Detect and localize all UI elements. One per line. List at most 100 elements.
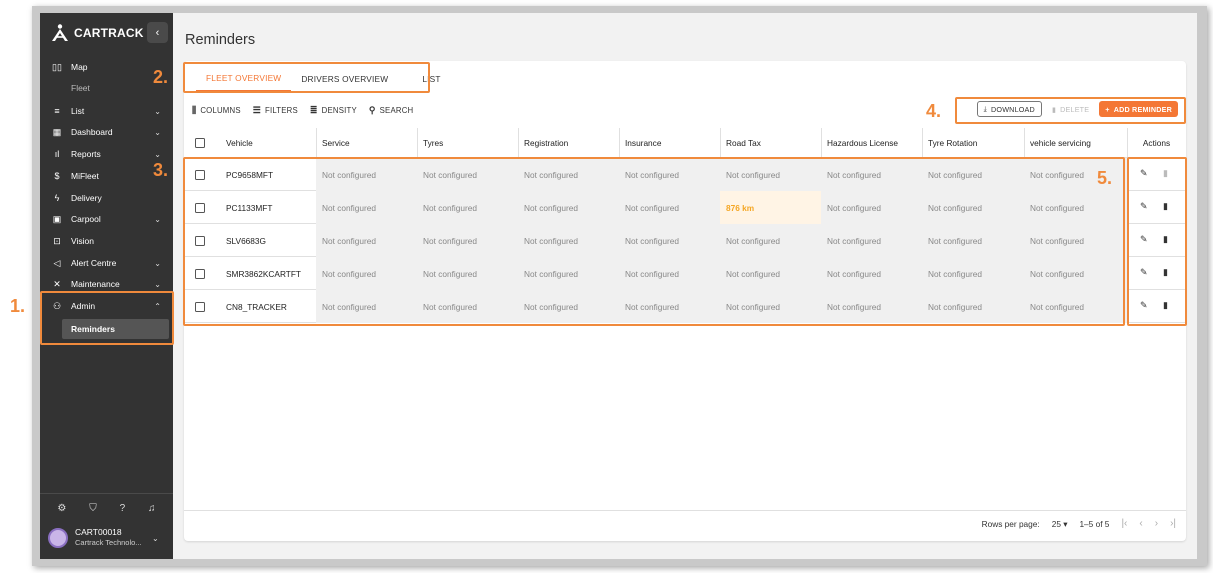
sidebar-item-label: List — [71, 106, 85, 116]
bell-icon[interactable]: ♫ — [148, 503, 156, 514]
sidebar-item-label: Vision — [71, 236, 94, 246]
annotation-box-row-actions — [1127, 157, 1187, 326]
map-icon: ▯▯ — [52, 61, 62, 72]
rows-per-page-value: 25 — [1051, 518, 1061, 529]
chevron-down-icon: ⌄ — [154, 149, 161, 159]
column-header[interactable]: vehicle servicing — [1024, 128, 1127, 158]
rows-per-page-select[interactable]: 25 ▾ — [1052, 519, 1068, 529]
column-header[interactable]: Hazardous License — [821, 128, 922, 158]
sidebar-footer-icons: ⚙ ⛉ ? ♫ — [40, 503, 173, 514]
column-separator — [316, 128, 317, 158]
columns-button[interactable]: ⫼ COLUMNS — [192, 105, 241, 116]
chevron-down-icon: ⌄ — [154, 106, 161, 116]
annotation-number: 4. — [926, 101, 942, 121]
search-button[interactable]: ⚲ SEARCH — [369, 105, 414, 116]
column-separator — [922, 128, 923, 158]
column-separator — [417, 128, 418, 158]
filters-label: FILTERS — [265, 106, 298, 115]
tools-icon: ✕ — [53, 278, 61, 289]
help-icon[interactable]: ? — [120, 503, 126, 514]
sidebar-item-label: Delivery — [71, 193, 102, 203]
sidebar-item-label: Carpool — [71, 214, 101, 224]
column-header[interactable]: Vehicle — [220, 128, 316, 158]
user-org: Cartrack Technolo... — [75, 538, 142, 547]
dollar-icon: $ — [54, 171, 60, 181]
bolt-icon: ϟ — [54, 193, 60, 203]
column-separator — [619, 128, 620, 158]
column-header[interactable]: Tyre Rotation — [922, 128, 1024, 158]
sidebar-item-label: Alert Centre — [71, 258, 117, 268]
sidebar-item-label: Dashboard — [71, 127, 113, 137]
chevron-down-icon[interactable]: ⌄ — [152, 534, 159, 543]
column-header[interactable]: Road Tax — [720, 128, 821, 158]
search-label: SEARCH — [379, 106, 414, 115]
annotation-number: 1. — [10, 296, 26, 316]
table-header: Vehicle Service Tyres Registration Insurance… — [184, 128, 1186, 158]
density-icon: ≣ — [309, 105, 318, 115]
column-separator — [518, 128, 519, 158]
select-all-checkbox[interactable] — [195, 138, 205, 148]
sidebar-item-label: Map — [71, 62, 88, 72]
next-page-icon[interactable]: › — [1155, 518, 1158, 529]
sidebar-subitem-fleet[interactable]: Fleet — [71, 83, 90, 93]
sidebar-item-delivery[interactable]: ϟ Delivery — [40, 188, 173, 208]
column-header[interactable]: Tyres — [417, 128, 518, 158]
sidebar-item-label: MiFleet — [71, 171, 99, 181]
footer-divider — [184, 510, 1186, 511]
logo[interactable]: CARTRACK — [50, 22, 144, 44]
collapse-sidebar-button[interactable]: ‹ — [147, 22, 168, 43]
column-header[interactable]: Registration — [518, 128, 619, 158]
filters-button[interactable]: ☰ FILTERS — [253, 105, 298, 116]
logo-text: CARTRACK — [74, 26, 144, 40]
user-name: CART00018 — [75, 527, 122, 537]
dashboard-icon: ▦ — [52, 126, 62, 137]
prev-page-icon[interactable]: ‹ — [1139, 518, 1142, 529]
shield-icon[interactable]: ⛉ — [89, 503, 97, 514]
video-icon: ⊡ — [53, 235, 61, 246]
sidebar-item-dashboard[interactable]: ▦ Dashboard ⌄ — [40, 122, 173, 142]
chevron-left-icon: ‹ — [155, 26, 160, 39]
density-button[interactable]: ≣ DENSITY — [310, 105, 357, 116]
columns-icon: ⫼ — [192, 105, 197, 115]
sidebar-divider — [40, 493, 173, 494]
sidebar: CARTRACK ‹ ▯▯ Map Fleet ≡ List ⌄ ▦ Dashb… — [40, 13, 173, 559]
list-icon: ≡ — [54, 106, 60, 116]
column-header[interactable]: Actions — [1127, 128, 1186, 158]
annotation-number: 2. — [153, 67, 169, 87]
sidebar-item-label: Reports — [71, 149, 101, 159]
column-separator — [1127, 128, 1128, 158]
search-icon: ⚲ — [368, 105, 376, 115]
column-header[interactable]: Insurance — [619, 128, 720, 158]
page-range: 1–5 of 5 — [1079, 518, 1110, 529]
calendar-icon: ▣ — [52, 213, 62, 224]
cartrack-logo-icon — [52, 24, 68, 41]
column-separator — [1024, 128, 1025, 158]
settings-icon[interactable]: ⚙ — [57, 503, 66, 514]
annotation-box-tabs — [183, 62, 430, 93]
first-page-icon[interactable]: |‹ — [1121, 518, 1127, 529]
column-header[interactable]: Service — [316, 128, 417, 158]
sidebar-item-carpool[interactable]: ▣ Carpool ⌄ — [40, 209, 173, 229]
column-separator — [821, 128, 822, 158]
sidebar-item-list[interactable]: ≡ List ⌄ — [40, 101, 173, 121]
rows-per-page-label: Rows per page: — [981, 518, 1040, 529]
filter-icon: ☰ — [252, 105, 262, 115]
megaphone-icon: ◁ — [53, 257, 61, 268]
chevron-down-icon: ⌄ — [154, 127, 161, 137]
sidebar-item-label: Maintenance — [71, 279, 120, 289]
annotation-number: 3. — [153, 160, 169, 180]
user-profile[interactable]: CART00018 Cartrack Technolo... — [48, 527, 142, 548]
chevron-down-icon: ⌄ — [154, 258, 161, 268]
pagination: Rows per page: 25 ▾ 1–5 of 5 |‹ ‹ › ›| — [982, 518, 1176, 529]
sidebar-item-vision[interactable]: ⊡ Vision — [40, 231, 173, 251]
columns-label: COLUMNS — [200, 106, 241, 115]
sidebar-item-alert-centre[interactable]: ◁ Alert Centre ⌄ — [40, 253, 173, 273]
annotation-number: 5. — [1097, 168, 1113, 188]
page-title: Reminders — [185, 32, 256, 48]
chevron-down-icon: ⌄ — [154, 279, 161, 289]
last-page-icon[interactable]: ›| — [1170, 518, 1176, 529]
annotation-box-admin — [40, 291, 174, 345]
grid-toolbar: ⫼ COLUMNS ☰ FILTERS ≣ DENSITY ⚲ SEARCH — [192, 105, 413, 116]
reports-icon: ıl — [54, 149, 60, 159]
avatar — [48, 527, 68, 548]
